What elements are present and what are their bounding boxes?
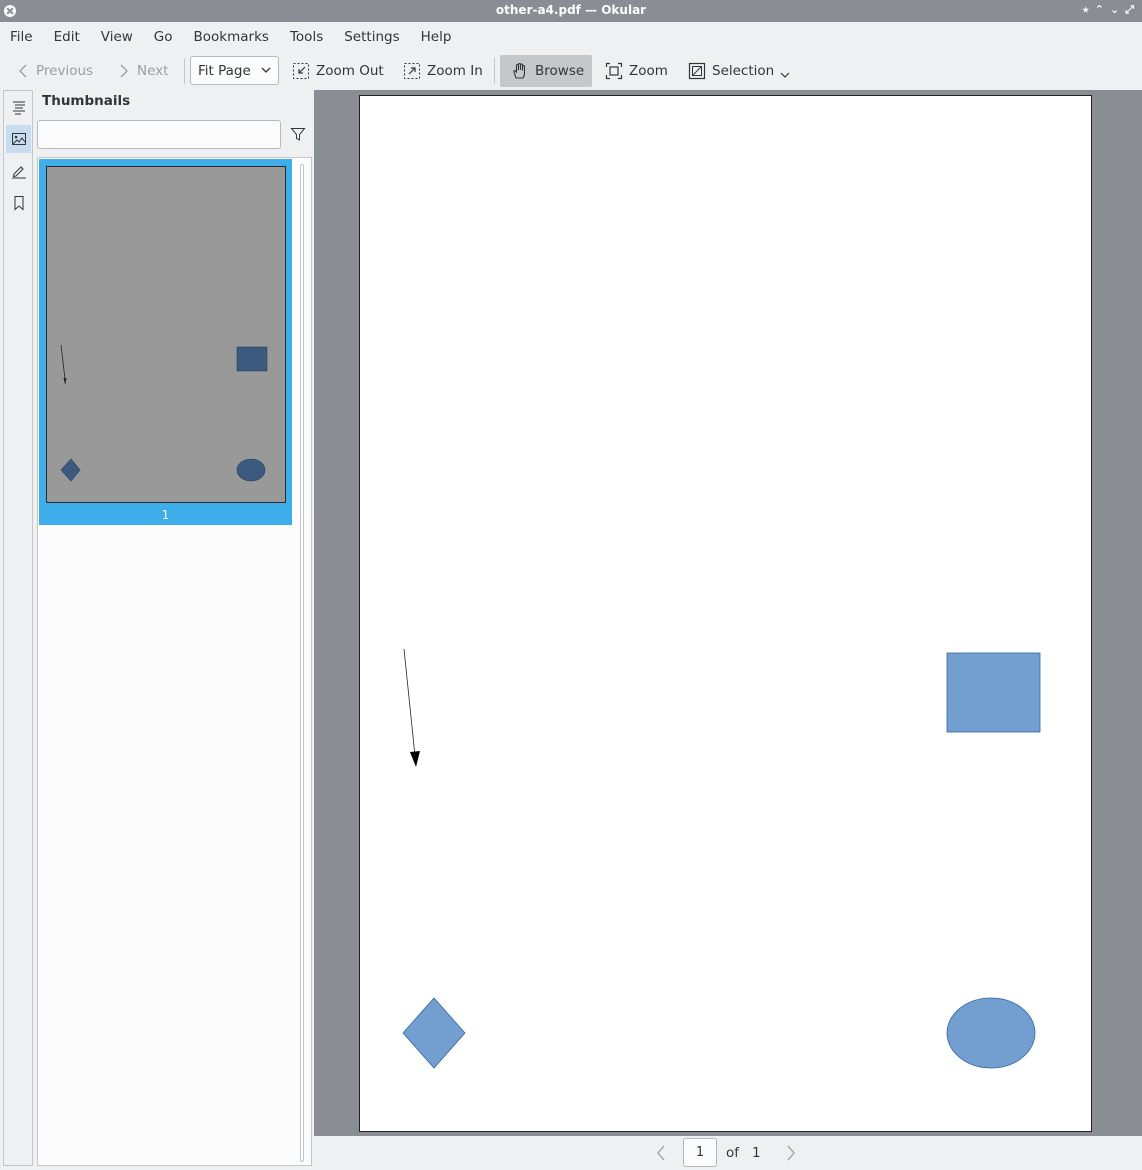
next-button[interactable]: Next <box>117 56 168 86</box>
window-controls: ⭑ ⌃ ⌄ ⤢ <box>1083 3 1134 17</box>
zoom-in-label: Zoom In <box>427 63 483 79</box>
previous-label: Previous <box>36 63 94 79</box>
total-pages: 1 <box>752 1145 761 1161</box>
thumbnail-ellipse <box>236 458 266 482</box>
sidebar-tab-thumbnails[interactable] <box>6 125 31 153</box>
zoom-tool-icon <box>605 62 623 80</box>
panel-title: Thumbnails <box>42 93 131 109</box>
chevron-right-icon <box>120 64 128 78</box>
selection-button[interactable]: Selection <box>688 56 790 86</box>
next-page-icon[interactable] <box>784 1144 798 1162</box>
zoom-tool-button[interactable]: Zoom <box>605 56 668 86</box>
menu-edit[interactable]: Edit <box>54 29 80 45</box>
arrow-head <box>410 751 420 767</box>
zoom-select[interactable]: Fit Page <box>190 56 279 85</box>
menu-settings[interactable]: Settings <box>344 29 399 45</box>
page-navigation-bar: of 1 <box>314 1136 1142 1170</box>
thumbnail-page-preview <box>46 166 286 503</box>
menu-file[interactable]: File <box>10 29 33 45</box>
thumbnail-page-label: 1 <box>161 508 170 522</box>
thumbnail-item[interactable]: 1 <box>39 159 292 525</box>
sidebar-tab-annotations[interactable] <box>6 157 31 185</box>
filter-icon[interactable] <box>290 126 306 142</box>
thumbnail-search-input[interactable] <box>37 120 281 149</box>
thumbnail-list: 1 <box>37 157 312 1166</box>
previous-button[interactable]: Previous <box>16 56 93 86</box>
contents-icon <box>12 101 25 115</box>
thumbnail-rectangle <box>236 346 268 372</box>
window-title: other-a4.pdf — Okular <box>495 3 647 17</box>
ellipse-shape <box>946 997 1036 1069</box>
zoom-select-value: Fit Page <box>198 62 251 79</box>
chevron-left-icon <box>19 64 27 78</box>
bookmark-icon <box>14 196 23 211</box>
menu-bookmarks[interactable]: Bookmarks <box>194 29 269 45</box>
browse-button[interactable]: Browse <box>511 56 584 86</box>
sidebar-tab-contents[interactable] <box>6 93 31 121</box>
previous-page-icon[interactable] <box>654 1144 668 1162</box>
zoom-tool-label: Zoom <box>629 63 668 79</box>
browse-label: Browse <box>535 63 585 79</box>
sidebar-tab-bookmarks[interactable] <box>6 189 31 217</box>
thumbnail-arrow-head <box>63 378 67 385</box>
shade-icon[interactable]: ⌃ <box>1095 3 1104 17</box>
rectangle-shape <box>946 652 1041 733</box>
zoom-in-icon <box>404 63 420 79</box>
selection-label: Selection <box>712 63 775 79</box>
zoom-in-button[interactable]: Zoom In <box>403 56 483 86</box>
diamond-shape <box>402 997 466 1069</box>
keep-above-icon[interactable]: ⭑ <box>1083 3 1089 17</box>
document-page <box>359 95 1092 1132</box>
menu-view[interactable]: View <box>101 29 133 45</box>
page-number-input[interactable] <box>683 1138 717 1167</box>
minimize-icon[interactable]: ⌄ <box>1110 3 1119 17</box>
arrow-line <box>403 648 416 757</box>
zoom-out-icon <box>293 63 309 79</box>
toolbar-separator <box>184 58 185 84</box>
zoom-out-button[interactable]: Zoom Out <box>292 56 384 86</box>
chevron-down-icon <box>261 67 271 73</box>
page-of-label: of <box>726 1145 740 1161</box>
maximize-icon[interactable]: ⤢ <box>1125 3 1134 17</box>
pen-icon <box>11 166 26 179</box>
menu-help[interactable]: Help <box>421 29 452 45</box>
thumbnail-arrow-line <box>60 344 66 380</box>
selection-icon <box>688 62 706 80</box>
menu-tools[interactable]: Tools <box>290 29 323 45</box>
menu-bar: File Edit View Go Bookmarks Tools Settin… <box>0 22 1142 52</box>
toolbar-separator <box>494 58 495 84</box>
chevron-down-icon[interactable] <box>780 71 790 79</box>
sidebar-tab-strip <box>3 90 33 1166</box>
next-label: Next <box>137 63 169 79</box>
thumbnail-diamond <box>60 458 81 482</box>
thumbnail-scrollbar[interactable] <box>300 164 304 1162</box>
hand-icon <box>513 62 526 79</box>
main-toolbar: Previous Next Fit Page Zoom Out Zoom In … <box>0 52 1142 90</box>
menu-go[interactable]: Go <box>154 29 173 45</box>
zoom-out-label: Zoom Out <box>316 63 384 79</box>
document-view[interactable] <box>314 90 1142 1136</box>
title-bar: other-a4.pdf — Okular ⭑ ⌃ ⌄ ⤢ <box>0 0 1142 22</box>
image-icon <box>11 133 26 145</box>
